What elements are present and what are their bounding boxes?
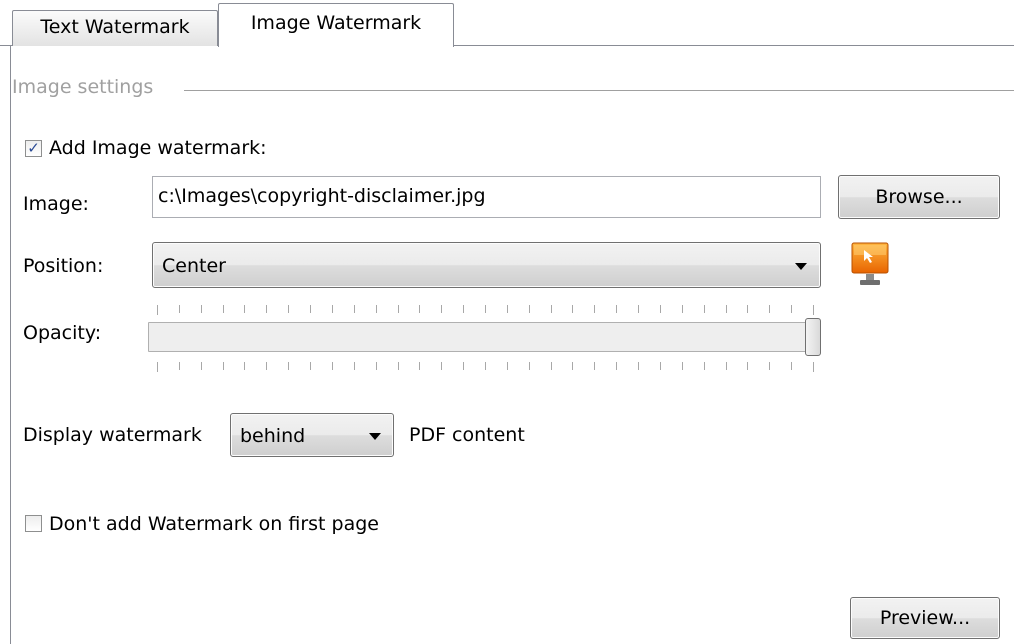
slider-tick bbox=[376, 305, 377, 313]
browse-button[interactable]: Browse... bbox=[838, 175, 1000, 219]
slider-tick bbox=[747, 362, 748, 370]
display-position-select-value: behind bbox=[240, 425, 306, 447]
slider-tick bbox=[157, 362, 158, 372]
slider-tick bbox=[769, 305, 770, 313]
add-image-watermark-checkbox[interactable]: ✓ bbox=[25, 140, 42, 157]
slider-tick bbox=[551, 362, 552, 370]
slider-tick bbox=[551, 305, 552, 313]
group-legend: Image settings bbox=[12, 76, 154, 98]
slider-tick bbox=[354, 305, 355, 313]
preview-button[interactable]: Preview... bbox=[850, 597, 1000, 639]
slider-tick bbox=[529, 305, 530, 313]
tab-text-watermark[interactable]: Text Watermark bbox=[12, 10, 218, 46]
opacity-label: Opacity: bbox=[23, 322, 102, 344]
position-label: Position: bbox=[23, 255, 104, 277]
slider-tick bbox=[354, 362, 355, 370]
checkmark-icon: ✓ bbox=[27, 139, 40, 157]
tab-strip: Text Watermark Image Watermark bbox=[0, 0, 1014, 47]
slider-tick bbox=[594, 305, 595, 313]
opacity-ticks-bottom bbox=[157, 362, 823, 372]
slider-tick bbox=[572, 362, 573, 370]
slider-tick bbox=[638, 305, 639, 313]
slider-tick bbox=[244, 305, 245, 313]
slider-tick bbox=[201, 305, 202, 313]
slider-tick bbox=[179, 305, 180, 313]
position-select[interactable]: Center bbox=[152, 242, 821, 288]
slider-tick bbox=[616, 305, 617, 313]
slider-tick bbox=[704, 362, 705, 370]
slider-tick bbox=[616, 362, 617, 370]
slider-tick bbox=[223, 305, 224, 313]
image-path-input[interactable]: c:\Images\copyright-disclaimer.jpg bbox=[152, 176, 821, 218]
slider-tick bbox=[813, 362, 814, 372]
pdf-content-label: PDF content bbox=[409, 424, 525, 446]
slider-tick bbox=[638, 362, 639, 370]
skip-first-page-checkbox[interactable] bbox=[25, 515, 42, 532]
slider-tick bbox=[463, 362, 464, 370]
tab-image-watermark[interactable]: Image Watermark bbox=[218, 3, 454, 47]
tab-image-watermark-label: Image Watermark bbox=[250, 12, 422, 34]
tab-text-watermark-label: Text Watermark bbox=[40, 16, 190, 38]
opacity-slider-thumb[interactable] bbox=[805, 318, 821, 356]
slider-tick bbox=[223, 362, 224, 370]
slider-tick bbox=[157, 305, 158, 315]
chevron-down-icon bbox=[795, 263, 807, 270]
slider-tick bbox=[398, 305, 399, 313]
slider-tick bbox=[441, 362, 442, 370]
slider-tick bbox=[682, 305, 683, 313]
opacity-ticks-top bbox=[157, 305, 823, 315]
slider-tick bbox=[485, 305, 486, 313]
slider-tick bbox=[660, 362, 661, 370]
add-image-watermark-label: Add Image watermark: bbox=[49, 137, 267, 159]
skip-first-page-label: Don't add Watermark on first page bbox=[49, 513, 379, 535]
display-position-select[interactable]: behind bbox=[230, 413, 394, 457]
opacity-track[interactable] bbox=[148, 322, 806, 352]
slider-tick bbox=[398, 362, 399, 370]
slider-tick bbox=[463, 305, 464, 313]
chevron-down-icon bbox=[369, 433, 381, 440]
display-watermark-label: Display watermark bbox=[23, 424, 202, 446]
slider-tick bbox=[813, 305, 814, 315]
slider-tick bbox=[288, 362, 289, 370]
slider-tick bbox=[529, 362, 530, 370]
slider-tick bbox=[332, 362, 333, 370]
slider-tick bbox=[266, 305, 267, 313]
position-select-value: Center bbox=[162, 255, 226, 277]
slider-tick bbox=[791, 305, 792, 313]
slider-tick bbox=[507, 362, 508, 370]
slider-tick bbox=[594, 362, 595, 370]
slider-tick bbox=[310, 362, 311, 370]
group-legend-line bbox=[184, 90, 1014, 91]
slider-tick bbox=[682, 362, 683, 370]
slider-tick bbox=[310, 305, 311, 313]
slider-tick bbox=[376, 362, 377, 370]
slider-tick bbox=[485, 362, 486, 370]
slider-tick bbox=[769, 362, 770, 370]
panel-border bbox=[10, 46, 11, 644]
slider-tick bbox=[419, 305, 420, 313]
slider-tick bbox=[572, 305, 573, 313]
slider-tick bbox=[419, 362, 420, 370]
slider-tick bbox=[441, 305, 442, 313]
monitor-arrow-icon[interactable] bbox=[851, 241, 889, 291]
slider-tick bbox=[660, 305, 661, 313]
slider-tick bbox=[266, 362, 267, 370]
slider-tick bbox=[726, 362, 727, 370]
slider-tick bbox=[201, 362, 202, 370]
slider-tick bbox=[704, 305, 705, 313]
slider-tick bbox=[747, 305, 748, 313]
image-label: Image: bbox=[23, 193, 89, 215]
slider-tick bbox=[179, 362, 180, 370]
slider-tick bbox=[332, 305, 333, 313]
slider-tick bbox=[791, 362, 792, 370]
slider-tick bbox=[288, 305, 289, 313]
slider-tick bbox=[726, 305, 727, 313]
slider-tick bbox=[507, 305, 508, 313]
slider-tick bbox=[244, 362, 245, 370]
